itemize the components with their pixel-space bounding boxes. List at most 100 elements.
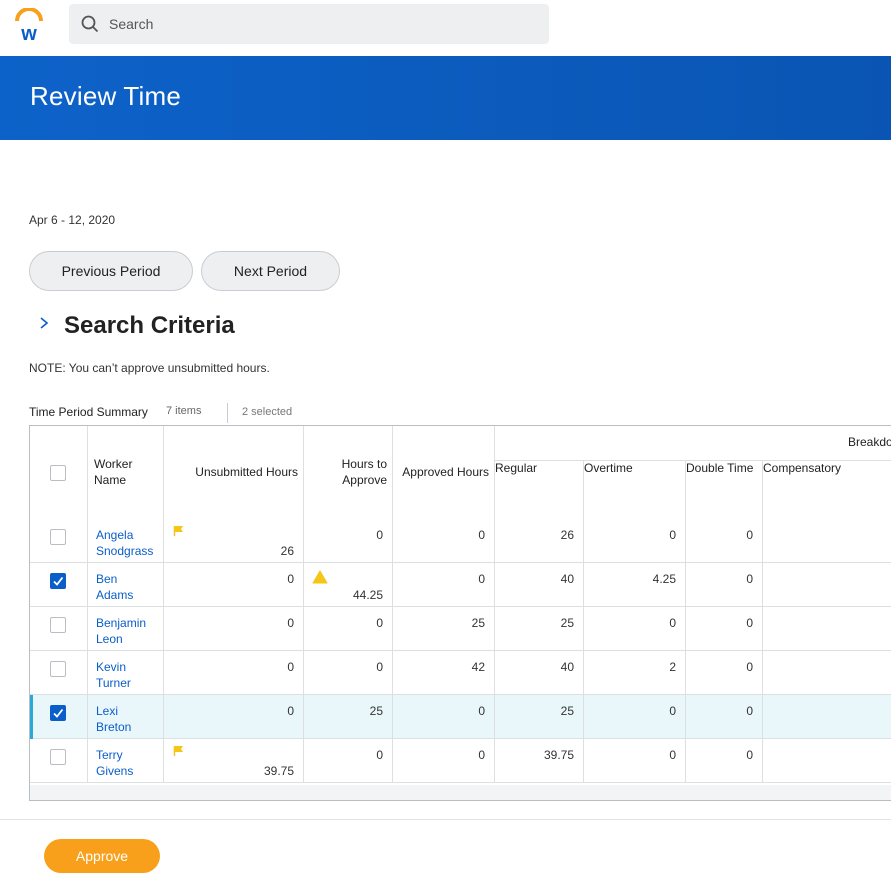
cell-overtime: 4.25: [584, 563, 686, 607]
cell-comp: [763, 607, 891, 651]
worker-name-link[interactable]: Lexi Breton: [96, 703, 131, 735]
header-overtime[interactable]: Overtime: [584, 460, 686, 519]
value-double-time: 0: [746, 704, 753, 718]
cell-select: [30, 607, 88, 651]
cell-name: Kevin Turner: [88, 651, 164, 695]
value-double-time: 0: [746, 572, 753, 586]
cell-unsubmitted: 0: [164, 695, 304, 739]
value-overtime: 2: [669, 660, 676, 674]
header-select-cell: [30, 426, 88, 519]
value-approved: 0: [478, 704, 485, 718]
row-checkbox[interactable]: [50, 617, 66, 633]
value-overtime: 4.25: [652, 572, 676, 586]
checkmark-icon: [53, 708, 64, 718]
worker-name-link[interactable]: Angela Snodgrass: [96, 527, 153, 559]
cell-regular: 40: [495, 563, 584, 607]
row-checkbox[interactable]: [50, 573, 66, 589]
page-title: Review Time: [30, 81, 182, 111]
value-regular: 40: [560, 660, 574, 674]
table-row[interactable]: Lexi Breton 0 25 0 25 0 0: [30, 695, 891, 739]
summary-selected-count: 2 selected: [242, 406, 293, 418]
cell-overtime: 2: [584, 651, 686, 695]
approve-button[interactable]: Approve: [44, 839, 160, 873]
cell-to-approve: 0: [304, 651, 393, 695]
search-placeholder: Search: [109, 16, 154, 32]
search-input[interactable]: Search: [69, 4, 549, 44]
cell-to-approve: 44.25: [304, 563, 393, 607]
worker-first-name: Ben: [96, 572, 118, 586]
time-summary-grid: Worker Name Unsubmitted Hours Hours to A…: [29, 425, 891, 801]
workday-logo[interactable]: w: [14, 7, 44, 45]
table-row[interactable]: Terry Givens 39.75 0 0 39.75 0 0: [30, 739, 891, 783]
cell-approved: 0: [393, 695, 495, 739]
flag-icon: [173, 745, 185, 760]
grid-header: Worker Name Unsubmitted Hours Hours to A…: [30, 426, 891, 520]
header-worker-name[interactable]: Worker Name: [88, 426, 164, 519]
value-unsubmitted: 26: [280, 544, 294, 558]
header-unsubmitted-hours[interactable]: Unsubmitted Hours: [164, 426, 304, 519]
row-checkbox[interactable]: [50, 529, 66, 545]
value-to-approve: 0: [376, 616, 383, 630]
row-checkbox[interactable]: [50, 661, 66, 677]
svg-text:w: w: [20, 23, 37, 42]
worker-last-name: Leon: [96, 632, 123, 646]
value-unsubmitted: 39.75: [263, 764, 294, 778]
worker-name-link[interactable]: Kevin Turner: [96, 659, 131, 691]
checkmark-icon: [53, 576, 64, 586]
value-double-time: 0: [746, 616, 753, 630]
chevron-right-icon[interactable]: [38, 316, 50, 330]
header-compensatory[interactable]: Compensatory: [763, 460, 891, 519]
cell-name: Benjamin Leon: [88, 607, 164, 651]
cell-to-approve: 0: [304, 519, 393, 563]
cell-unsubmitted: 39.75: [164, 739, 304, 783]
cell-to-approve: 25: [304, 695, 393, 739]
header-double-time[interactable]: Double Time: [686, 460, 763, 519]
row-checkbox[interactable]: [50, 705, 66, 721]
page-banner: Review Time: [0, 56, 891, 140]
cell-double-time: 0: [686, 563, 763, 607]
cell-unsubmitted: 0: [164, 607, 304, 651]
table-row[interactable]: Ben Adams 0 44.25 0 40 4.25 0: [30, 563, 891, 607]
worker-first-name: Terry: [96, 748, 123, 762]
previous-period-button[interactable]: Previous Period: [29, 251, 193, 291]
value-unsubmitted: 0: [287, 572, 294, 586]
value-approved: 42: [471, 660, 485, 674]
cell-regular: 25: [495, 695, 584, 739]
header-breakdown: Breakdown: [848, 435, 891, 449]
value-double-time: 0: [746, 748, 753, 762]
grid-footer-scrollbar[interactable]: [30, 785, 891, 800]
select-all-checkbox[interactable]: [50, 465, 66, 481]
cell-select: [30, 739, 88, 783]
worker-name-link[interactable]: Terry Givens: [96, 747, 133, 779]
value-overtime: 0: [669, 704, 676, 718]
worker-last-name: Turner: [96, 676, 131, 690]
header-hours-to-approve[interactable]: Hours to Approve: [304, 426, 393, 519]
cell-approved: 0: [393, 739, 495, 783]
search-criteria-title[interactable]: Search Criteria: [64, 312, 235, 340]
table-row[interactable]: Angela Snodgrass 26 0 0 26 0 0: [30, 519, 891, 563]
table-row[interactable]: Kevin Turner 0 0 42 40 2 0: [30, 651, 891, 695]
worker-name-link[interactable]: Benjamin Leon: [96, 615, 146, 647]
cell-double-time: 0: [686, 739, 763, 783]
row-checkbox[interactable]: [50, 749, 66, 765]
worker-last-name: Snodgrass: [96, 544, 154, 558]
summary-title: Time Period Summary: [29, 405, 148, 419]
value-to-approve: 25: [369, 704, 383, 718]
cell-unsubmitted: 0: [164, 651, 304, 695]
cell-name: Terry Givens: [88, 739, 164, 783]
value-to-approve: 0: [376, 748, 383, 762]
worker-first-name: Lexi: [96, 704, 119, 718]
cell-comp: [763, 651, 891, 695]
cell-select: [30, 695, 88, 739]
header-approved-hours[interactable]: Approved Hours: [393, 426, 495, 519]
header-regular[interactable]: Regular: [495, 460, 584, 519]
cell-double-time: 0: [686, 695, 763, 739]
cell-unsubmitted: 0: [164, 563, 304, 607]
worker-name-link[interactable]: Ben Adams: [96, 571, 133, 603]
cell-approved: 0: [393, 563, 495, 607]
next-period-button[interactable]: Next Period: [201, 251, 340, 291]
table-row[interactable]: Benjamin Leon 0 0 25 25 0 0: [30, 607, 891, 651]
value-regular: 26: [560, 528, 574, 542]
worker-last-name: Givens: [96, 764, 134, 778]
cell-overtime: 0: [584, 739, 686, 783]
